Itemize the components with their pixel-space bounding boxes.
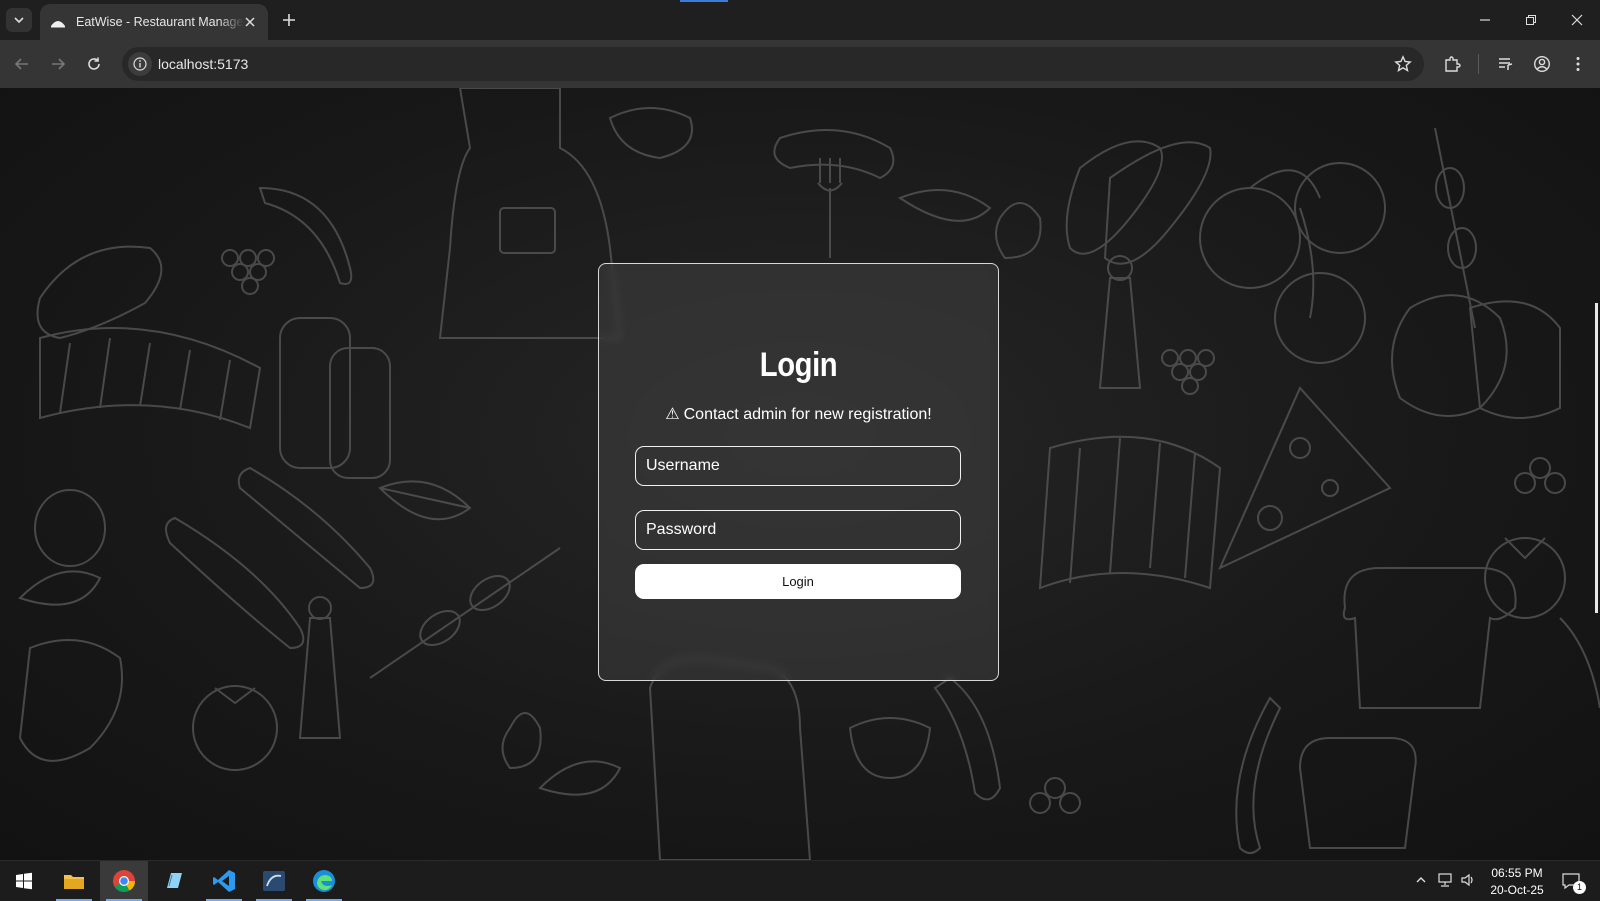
minimize-icon <box>1480 19 1490 21</box>
puzzle-icon <box>1445 56 1461 72</box>
login-page: Login ⚠ Contact admin for new registratio… <box>0 88 1600 860</box>
system-clock[interactable]: 06:55 PM 20-Oct-25 <box>1482 865 1552 899</box>
folder-icon <box>64 875 84 889</box>
chevron-down-icon <box>14 17 24 24</box>
taskbar-chrome[interactable] <box>100 861 148 901</box>
notification-count: 1 <box>1573 881 1586 894</box>
info-icon <box>133 57 147 71</box>
taskbar-vscode[interactable] <box>200 861 248 901</box>
username-input[interactable] <box>635 446 961 486</box>
account-icon <box>1533 55 1551 73</box>
restore-button[interactable] <box>1508 0 1554 40</box>
registration-notice: ⚠ Contact admin for new registration! <box>599 404 998 424</box>
arrow-left-icon <box>14 58 28 70</box>
scrollbar-thumb[interactable] <box>1595 303 1598 613</box>
vscode-icon <box>213 870 235 892</box>
taskbar-edge[interactable] <box>300 861 348 901</box>
network-button[interactable] <box>1436 871 1454 889</box>
bookmark-star-icon[interactable] <box>1394 55 1412 73</box>
tab-title: EatWise - Restaurant Management <box>76 15 244 29</box>
database-workbench-icon <box>263 871 285 891</box>
windows-logo-icon <box>16 872 32 890</box>
browser-toolbar: localhost:5173 <box>0 40 1600 88</box>
minimize-button[interactable] <box>1462 0 1508 40</box>
media-controls-button[interactable] <box>1494 52 1518 76</box>
toolbar-separator <box>1478 54 1479 74</box>
taskbar-file-explorer[interactable] <box>50 861 98 901</box>
browser-tab[interactable]: EatWise - Restaurant Management <box>40 4 268 40</box>
clock-date: 20-Oct-25 <box>1490 883 1544 897</box>
speaker-icon <box>1461 873 1473 887</box>
notification-center-button[interactable]: 1 <box>1560 870 1586 894</box>
taskbar-notepad[interactable] <box>150 861 198 901</box>
browser-tab-bar: EatWise - Restaurant Management <box>0 0 1600 40</box>
extensions-button[interactable] <box>1440 52 1464 76</box>
show-hidden-icons-button[interactable] <box>1412 871 1430 889</box>
url-text[interactable]: localhost:5173 <box>158 56 248 72</box>
restore-icon <box>1526 15 1536 25</box>
network-icon <box>1438 873 1452 887</box>
close-icon <box>1571 14 1583 26</box>
site-info-button[interactable] <box>128 52 152 76</box>
more-vertical-icon <box>1576 57 1580 71</box>
clock-time: 06:55 PM <box>1491 866 1543 880</box>
login-card: Login ⚠ Contact admin for new registratio… <box>598 263 999 681</box>
close-window-button[interactable] <box>1554 0 1600 40</box>
loading-indicator <box>680 0 728 2</box>
warning-icon: ⚠ <box>665 406 680 423</box>
close-tab-icon[interactable] <box>242 14 258 30</box>
profile-button[interactable] <box>1530 52 1554 76</box>
windows-taskbar: 06:55 PM 20-Oct-25 1 <box>0 860 1600 901</box>
tab-search-button[interactable] <box>6 8 32 32</box>
browser-menu-button[interactable] <box>1566 52 1590 76</box>
password-input[interactable] <box>635 510 961 550</box>
forward-button[interactable] <box>46 52 70 76</box>
taskbar-workbench[interactable] <box>250 861 298 901</box>
address-bar[interactable]: localhost:5173 <box>122 47 1424 81</box>
registration-notice-text: Contact admin for new registration! <box>683 406 932 423</box>
reload-button[interactable] <box>82 52 106 76</box>
login-heading: Login <box>759 346 838 384</box>
edge-icon <box>313 870 335 892</box>
start-button[interactable] <box>0 861 48 901</box>
volume-button[interactable] <box>1459 871 1477 889</box>
chevron-up-icon <box>1416 877 1426 883</box>
chrome-icon <box>113 870 135 892</box>
login-button[interactable]: Login <box>635 564 961 599</box>
new-tab-icon[interactable] <box>280 11 298 29</box>
eatwise-favicon-icon <box>51 21 65 28</box>
back-button[interactable] <box>10 52 34 76</box>
reload-icon <box>88 57 100 70</box>
notepad-icon <box>167 873 182 888</box>
arrow-right-icon <box>52 58 66 70</box>
playlist-icon <box>1499 58 1513 70</box>
